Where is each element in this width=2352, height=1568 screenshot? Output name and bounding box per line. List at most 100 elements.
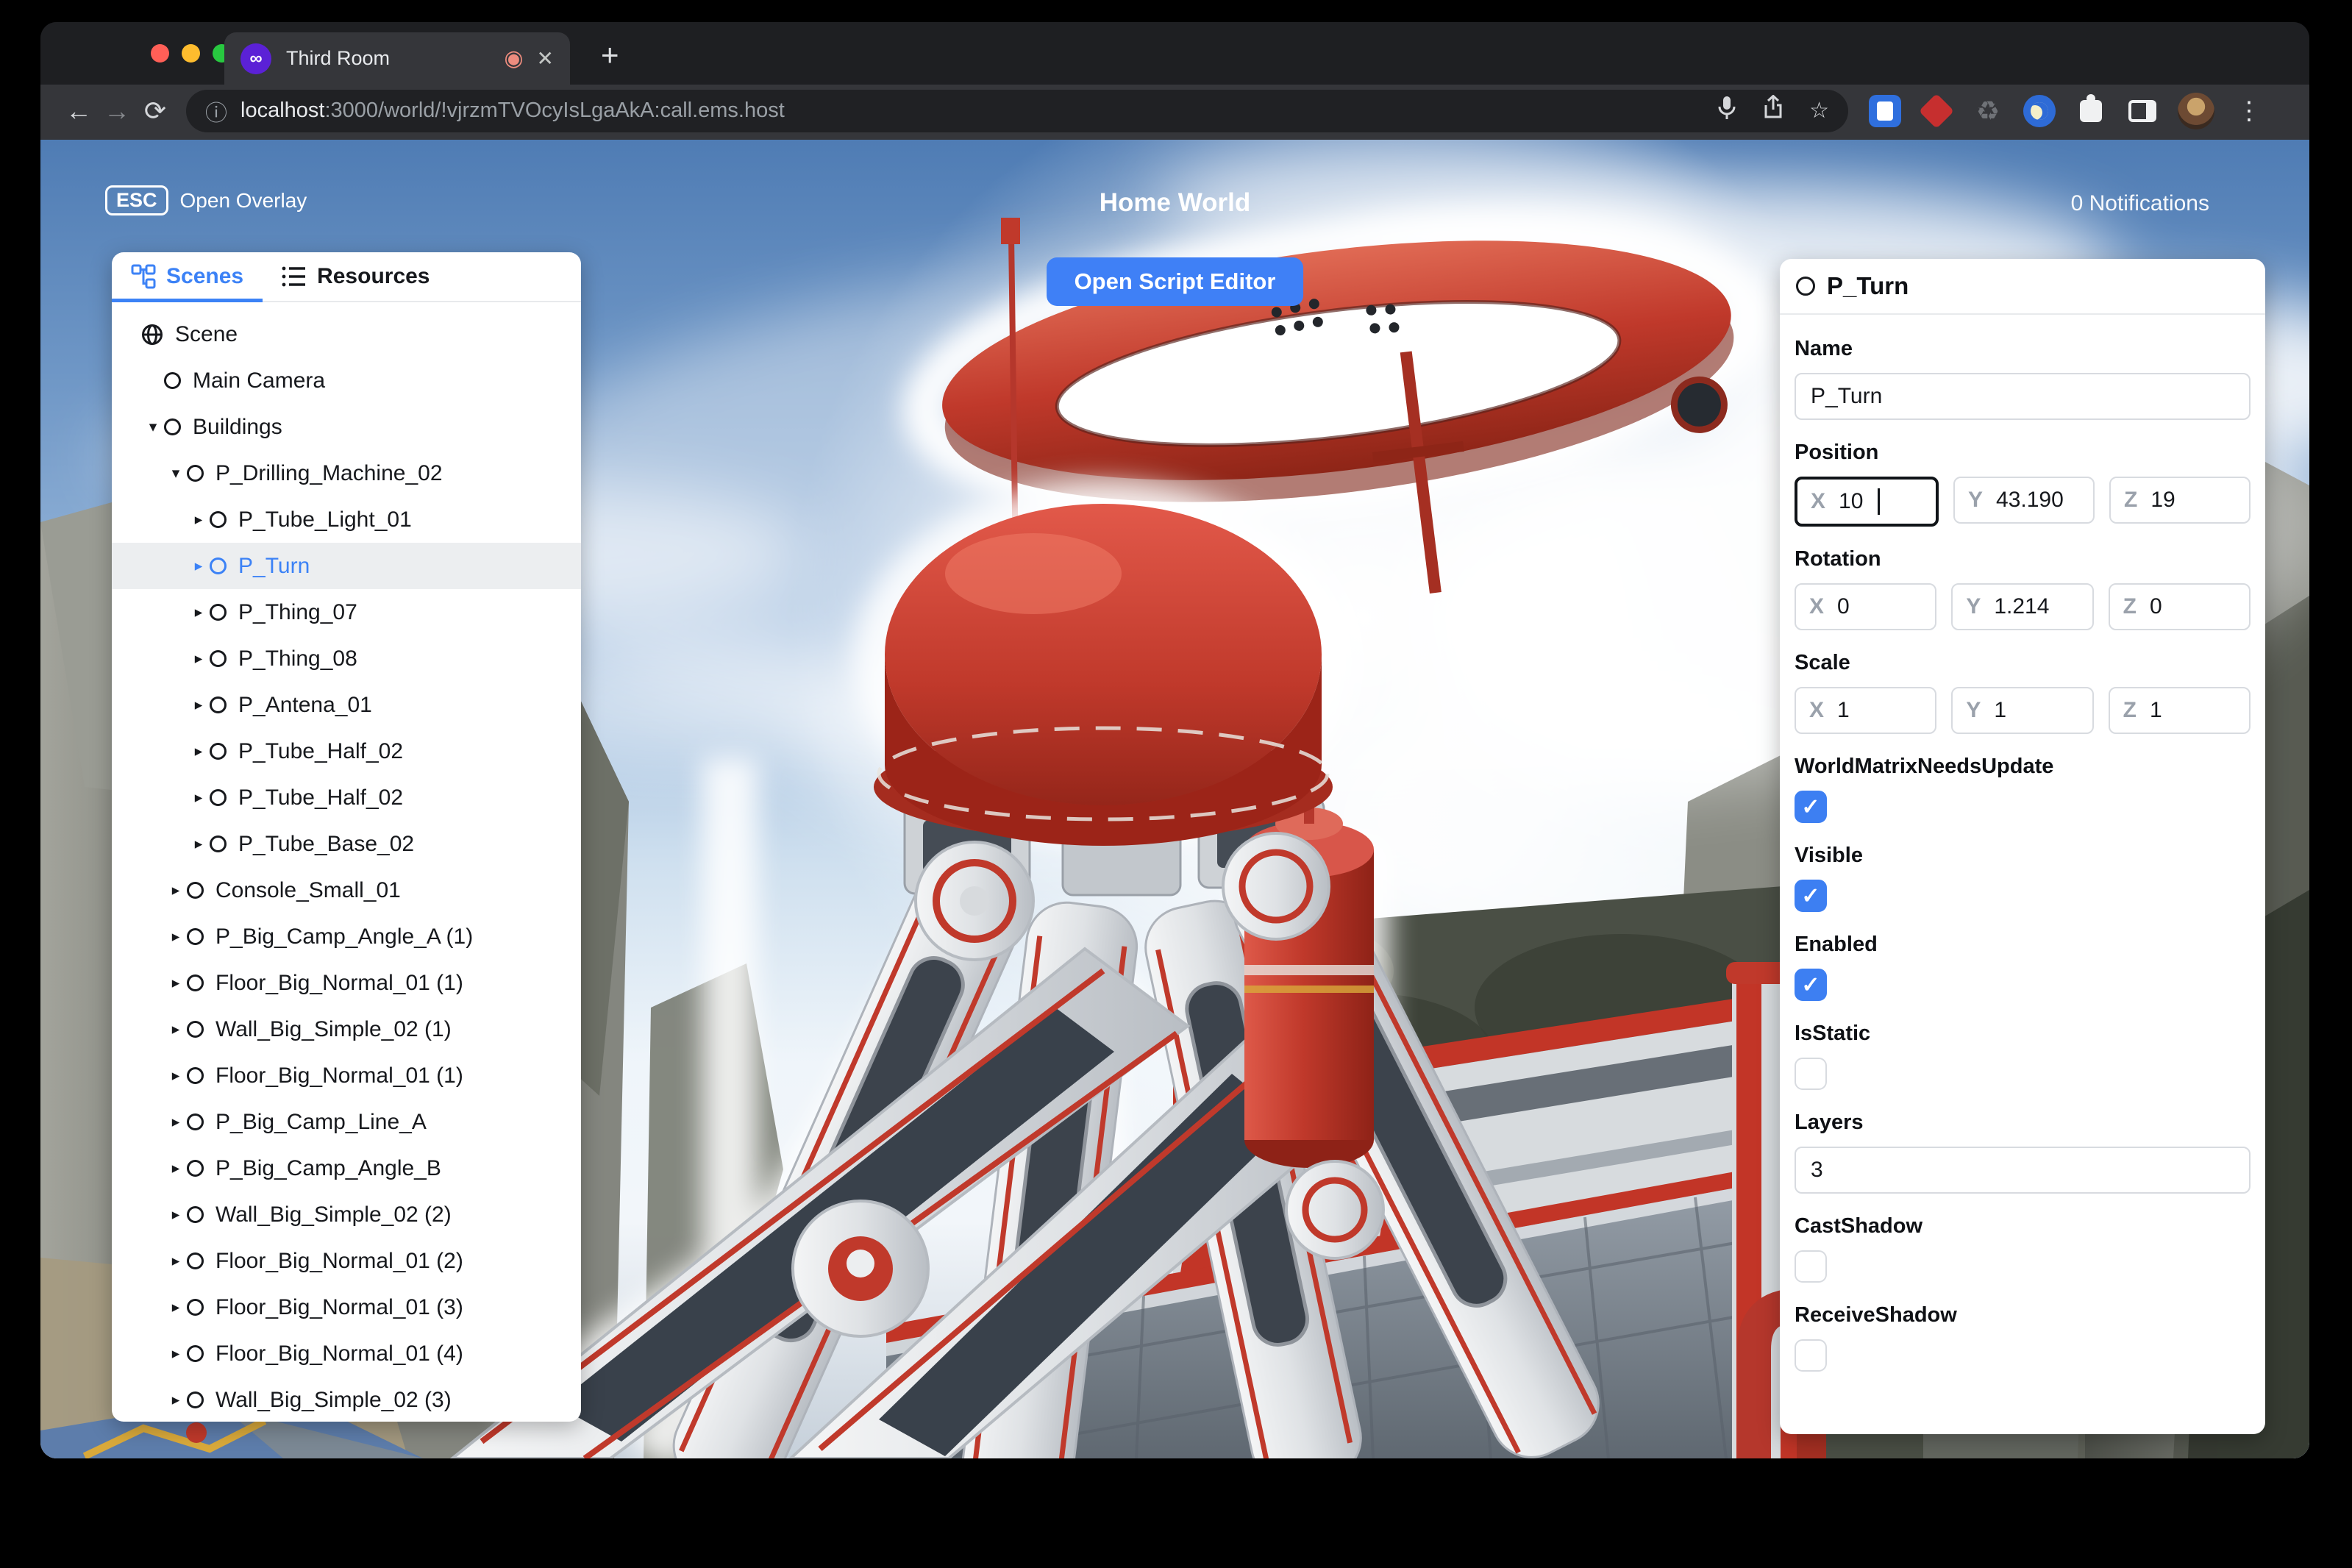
- address-bar[interactable]: ⓘ localhost :3000/world/!vjrzmTVOcyIsLga…: [186, 89, 1848, 132]
- side-panel-icon[interactable]: [2126, 95, 2159, 127]
- property-checkbox[interactable]: ✓: [1795, 969, 1827, 1001]
- rotation-y-input[interactable]: Y 1.214: [1951, 583, 2094, 630]
- tree-item[interactable]: ▸ P_Tube_Light_01: [112, 496, 581, 543]
- tree-item[interactable]: ▸ P_Big_Camp_Line_A: [112, 1099, 581, 1145]
- caret-icon[interactable]: ▾: [142, 418, 164, 436]
- name-label: Name: [1795, 337, 1853, 360]
- position-label: Position: [1795, 441, 1879, 464]
- caret-icon[interactable]: ▸: [188, 788, 210, 807]
- caret-icon[interactable]: ▸: [165, 1066, 187, 1085]
- tree-item[interactable]: Scene: [112, 311, 581, 357]
- tree-item[interactable]: ▸ Floor_Big_Normal_01 (4): [112, 1330, 581, 1377]
- caret-icon[interactable]: ▸: [188, 742, 210, 760]
- position-z-input[interactable]: Z 19: [2109, 477, 2251, 524]
- tree-item[interactable]: ▸ P_Antena_01: [112, 682, 581, 728]
- position-y-input[interactable]: Y 43.190: [1953, 477, 2095, 524]
- tree-item[interactable]: Main Camera: [112, 357, 581, 404]
- property-checkbox[interactable]: ✓: [1795, 880, 1827, 912]
- tab-resources[interactable]: Resources: [263, 252, 449, 301]
- tree-item[interactable]: ▸ P_Thing_07: [112, 589, 581, 635]
- tree-item[interactable]: ▸ P_Thing_08: [112, 635, 581, 682]
- window-controls: [151, 44, 231, 63]
- entity-icon: [210, 511, 227, 528]
- tree-item[interactable]: ▾ Buildings: [112, 404, 581, 450]
- caret-icon[interactable]: ▸: [165, 881, 187, 899]
- tree-item[interactable]: ▾ P_Drilling_Machine_02: [112, 450, 581, 496]
- scale-y-input[interactable]: Y1: [1951, 687, 2094, 734]
- tree-item[interactable]: ▸ P_Big_Camp_Angle_A (1): [112, 913, 581, 960]
- close-window-button[interactable]: [151, 44, 169, 63]
- caret-icon[interactable]: ▸: [165, 974, 187, 992]
- red-diamond-extension-icon[interactable]: [1918, 93, 1955, 129]
- close-tab-icon[interactable]: ✕: [537, 46, 554, 71]
- tree-item[interactable]: ▸ P_Turn: [112, 543, 581, 589]
- back-button[interactable]: ←: [60, 96, 98, 126]
- scale-z-input[interactable]: Z1: [2108, 687, 2251, 734]
- entity-icon: [210, 835, 227, 852]
- tree-item[interactable]: ▸ P_Big_Camp_Angle_B: [112, 1145, 581, 1191]
- caret-icon[interactable]: ▸: [188, 696, 210, 714]
- tree-item[interactable]: ▸ Floor_Big_Normal_01 (3): [112, 1284, 581, 1330]
- tree-item[interactable]: ▸ P_Tube_Half_02: [112, 728, 581, 774]
- caret-icon[interactable]: ▸: [188, 557, 210, 575]
- rotation-x-input[interactable]: X0: [1795, 583, 1937, 630]
- scale-x-input[interactable]: X1: [1795, 687, 1937, 734]
- property-checkbox[interactable]: [1795, 1250, 1827, 1283]
- forward-button[interactable]: →: [98, 96, 136, 126]
- tree-item[interactable]: ▸ Wall_Big_Simple_02 (2): [112, 1191, 581, 1238]
- tree-item[interactable]: ▸ Wall_Big_Simple_02 (3): [112, 1377, 581, 1422]
- password-manager-extension-icon[interactable]: [1869, 94, 1901, 127]
- profile-avatar[interactable]: [2178, 92, 2214, 129]
- property-input[interactable]: 3: [1795, 1147, 2251, 1194]
- tree-item[interactable]: ▸ Console_Small_01: [112, 867, 581, 913]
- caret-icon[interactable]: ▸: [165, 1391, 187, 1409]
- caret-icon[interactable]: ▸: [165, 927, 187, 946]
- bookmark-star-icon[interactable]: ☆: [1809, 98, 1829, 124]
- tree-item[interactable]: ▸ Floor_Big_Normal_01 (1): [112, 960, 581, 1006]
- name-input[interactable]: P_Turn: [1795, 373, 2251, 420]
- share-icon[interactable]: [1762, 93, 1784, 127]
- caret-icon[interactable]: ▸: [165, 1113, 187, 1131]
- reload-button[interactable]: ⟳: [136, 96, 174, 126]
- tree-item[interactable]: ▸ Floor_Big_Normal_01 (1): [112, 1052, 581, 1099]
- tree-item[interactable]: ▸ Wall_Big_Simple_02 (1): [112, 1006, 581, 1052]
- property-checkbox[interactable]: ✓: [1795, 791, 1827, 823]
- extensions-puzzle-icon[interactable]: [2075, 93, 2107, 127]
- caret-icon[interactable]: ▸: [188, 835, 210, 853]
- caret-icon[interactable]: ▾: [165, 464, 187, 482]
- browser-tab[interactable]: ∞ Third Room ◉ ✕: [224, 32, 570, 85]
- tree-item[interactable]: ▸ P_Tube_Base_02: [112, 821, 581, 867]
- dark-mode-extension-icon[interactable]: [2023, 94, 2056, 127]
- tab-scenes[interactable]: Scenes: [112, 252, 263, 302]
- caret-icon[interactable]: ▸: [165, 1159, 187, 1177]
- media-recording-indicator-icon: ◉: [504, 46, 524, 71]
- new-tab-button[interactable]: +: [601, 40, 619, 71]
- entity-icon: [187, 1299, 204, 1316]
- open-script-editor-button[interactable]: Open Script Editor: [1046, 257, 1304, 306]
- property-label: IsStatic: [1795, 1022, 1871, 1045]
- browser-window: ∞ Third Room ◉ ✕ + ← → ⟳ ⓘ localhost :30…: [40, 22, 2309, 1458]
- tree-item[interactable]: ▸ Floor_Big_Normal_01 (2): [112, 1238, 581, 1284]
- caret-icon[interactable]: ▸: [165, 1298, 187, 1316]
- microphone-icon[interactable]: [1717, 95, 1737, 127]
- minimize-window-button[interactable]: [182, 44, 200, 63]
- property-checkbox[interactable]: [1795, 1058, 1827, 1090]
- browser-menu-icon[interactable]: ⋮: [2237, 96, 2262, 126]
- caret-icon[interactable]: ▸: [165, 1205, 187, 1224]
- caret-icon[interactable]: ▸: [188, 649, 210, 668]
- caret-icon[interactable]: ▸: [188, 603, 210, 621]
- tree-item[interactable]: ▸ P_Tube_Half_02: [112, 774, 581, 821]
- site-info-icon[interactable]: ⓘ: [205, 95, 227, 127]
- notifications-label[interactable]: 0 Notifications: [2071, 191, 2209, 216]
- recycle-extension-icon[interactable]: ♻: [1972, 95, 2004, 127]
- caret-icon[interactable]: ▸: [188, 510, 210, 529]
- property-row: ReceiveShadow: [1795, 1303, 2251, 1372]
- world-viewport[interactable]: ESC Open Overlay Home World 0 Notificati…: [40, 140, 2309, 1458]
- caret-icon[interactable]: ▸: [165, 1344, 187, 1363]
- rotation-z-input[interactable]: Z0: [2108, 583, 2251, 630]
- position-x-input[interactable]: X 10: [1795, 477, 1939, 527]
- property-checkbox[interactable]: [1795, 1339, 1827, 1372]
- caret-icon[interactable]: ▸: [165, 1020, 187, 1038]
- hierarchy-icon: [131, 264, 156, 289]
- caret-icon[interactable]: ▸: [165, 1252, 187, 1270]
